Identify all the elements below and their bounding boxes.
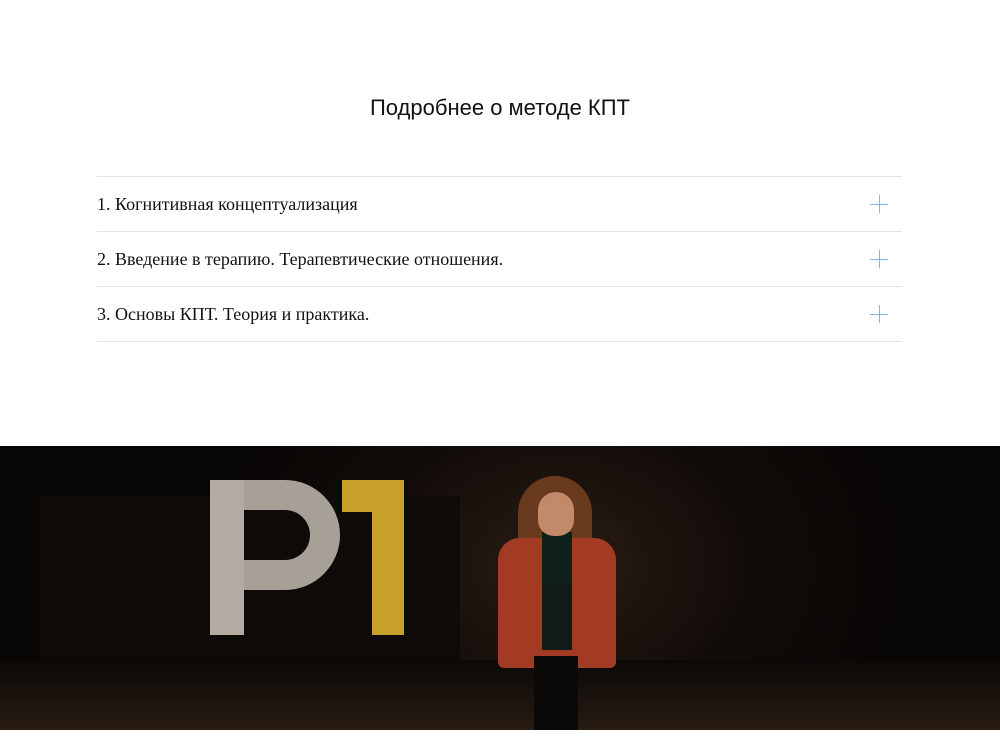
accordion-item-label: 2. Введение в терапию. Терапевтические о… bbox=[97, 249, 504, 269]
p1-sign-letter-p bbox=[210, 480, 340, 635]
accordion-item-2[interactable]: 2. Введение в терапию. Терапевтические о… bbox=[97, 232, 902, 287]
accordion-item-1[interactable]: 1. Когнитивная концептуализация bbox=[97, 177, 902, 232]
kpt-info-section: Подробнее о методе КПТ 1. Когнитивная ко… bbox=[0, 0, 1000, 446]
photo-banner bbox=[0, 446, 1000, 730]
accordion-item-3[interactable]: 3. Основы КПТ. Теория и практика. bbox=[97, 287, 902, 342]
plus-icon[interactable] bbox=[870, 195, 888, 213]
person-photo bbox=[490, 476, 620, 730]
p1-sign-digit-1 bbox=[342, 480, 404, 635]
accordion: 1. Когнитивная концептуализация 2. Введе… bbox=[97, 176, 902, 342]
section-title: Подробнее о методе КПТ bbox=[369, 95, 630, 120]
plus-icon[interactable] bbox=[870, 250, 888, 268]
plus-icon[interactable] bbox=[870, 305, 888, 323]
accordion-item-label: 1. Когнитивная концептуализация bbox=[97, 194, 358, 214]
accordion-item-label: 3. Основы КПТ. Теория и практика. bbox=[97, 304, 370, 324]
